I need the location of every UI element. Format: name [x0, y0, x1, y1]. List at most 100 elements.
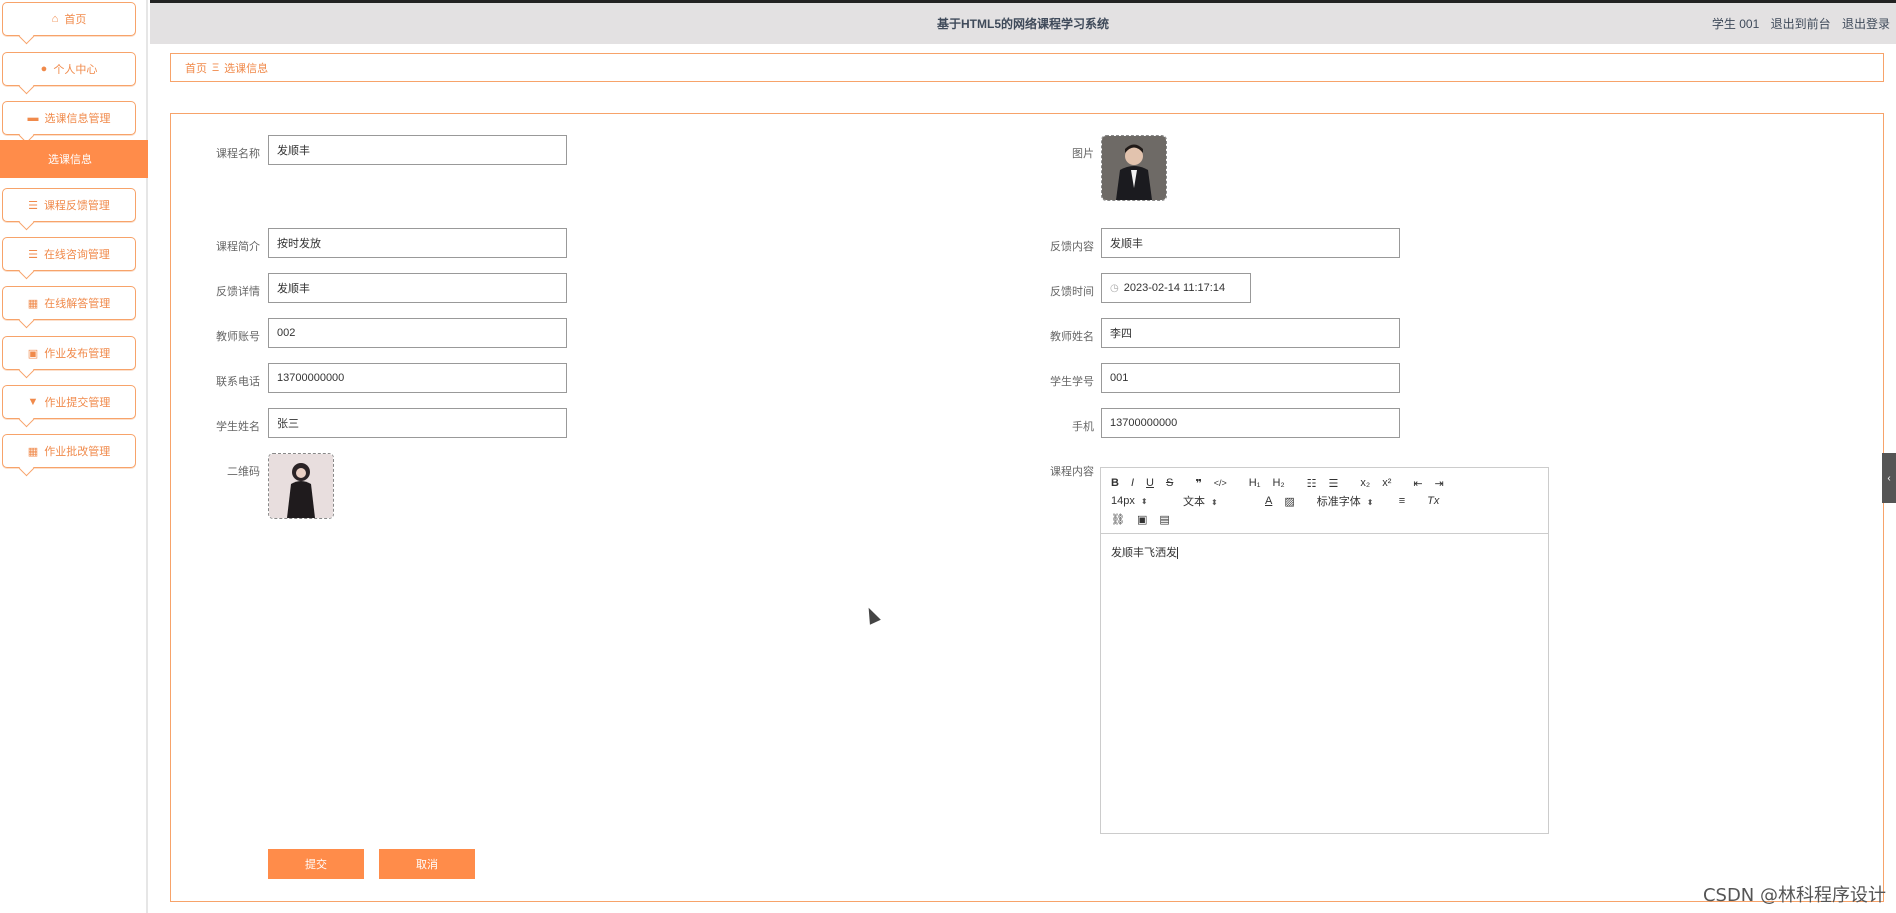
underline-icon[interactable]: U: [1146, 477, 1154, 489]
feedback-content-input[interactable]: [1101, 228, 1400, 258]
course-photo-icon: [1102, 136, 1166, 200]
feedback-time-picker[interactable]: ◷ 2023-02-14 11:17:14: [1101, 273, 1251, 303]
sidebar: ⌂ 首页 ● 个人中心 ▬ 选课信息管理 选课信息 ☰ 课程反馈管理 ☰ 在线咨…: [0, 0, 148, 913]
chat-icon: ▬: [27, 112, 39, 124]
course-image[interactable]: [1101, 135, 1167, 201]
clock-icon: ◷: [1110, 282, 1119, 294]
trophy-icon: ▼: [27, 396, 39, 408]
sidebar-item-label: 选课信息管理: [44, 113, 111, 125]
list-icon: ☰: [28, 248, 38, 261]
phone-label: 联系电话: [216, 376, 260, 388]
background-color-icon[interactable]: ▨: [1284, 495, 1294, 508]
italic-icon[interactable]: I: [1131, 477, 1134, 489]
course-intro-input[interactable]: [268, 228, 567, 258]
header1-icon[interactable]: H₁: [1249, 477, 1261, 489]
teacher-account-label: 教师账号: [216, 331, 260, 343]
editor-toolbar: B I U S ❞ </> H₁ H₂ ☷ ☰ x₂ x² ⇤ ⇥ 14px 文…: [1101, 468, 1548, 534]
home-icon: ⌂: [51, 13, 59, 25]
course-intro-label: 课程简介: [216, 241, 260, 253]
link-icon[interactable]: ⛓: [1111, 513, 1125, 526]
mobile-input[interactable]: [1101, 408, 1400, 438]
bold-icon[interactable]: B: [1111, 477, 1119, 489]
feedback-content-label: 反馈内容: [1050, 241, 1094, 253]
collapse-tab-icon[interactable]: ‹: [1882, 453, 1896, 503]
sidebar-item-course-feedback[interactable]: ☰ 课程反馈管理: [2, 188, 136, 222]
watermark: CSDN @林科程序设计: [1702, 885, 1886, 906]
sidebar-item-home[interactable]: ⌂ 首页: [2, 2, 136, 36]
list-icon: ☰: [28, 199, 38, 212]
font-color-icon[interactable]: A: [1265, 495, 1272, 507]
feedback-time-label: 反馈时间: [1050, 286, 1094, 298]
video-icon[interactable]: ▤: [1159, 513, 1169, 526]
sidebar-item-label: 作业发布管理: [44, 348, 111, 360]
sidebar-item-label: 课程反馈管理: [43, 200, 110, 212]
image-label: 图片: [1072, 148, 1094, 160]
student-name-input[interactable]: [268, 408, 567, 438]
top-header: 基于HTML5的网络课程学习系统 学生 001 退出到前台 退出登录: [150, 0, 1896, 44]
blockquote-icon[interactable]: ❞: [1195, 477, 1201, 490]
feedback-time-value: 2023-02-14 11:17:14: [1123, 282, 1226, 294]
header-user-area: 学生 001 退出到前台 退出登录: [1704, 15, 1890, 32]
feedback-detail-label: 反馈详情: [216, 286, 260, 298]
clear-format-icon[interactable]: Tx: [1427, 495, 1439, 507]
student-id-input[interactable]: [1101, 363, 1400, 393]
app-title: 基于HTML5的网络课程学习系统: [937, 17, 1109, 31]
paragraph-type-select[interactable]: 文本: [1183, 493, 1243, 509]
sidebar-item-homework-publish[interactable]: ▣ 作业发布管理: [2, 336, 136, 370]
submit-button[interactable]: 提交: [268, 849, 364, 879]
sidebar-item-online-answer[interactable]: ▦ 在线解答管理: [2, 286, 136, 320]
grid-icon: ▦: [27, 445, 39, 458]
qrcode-image[interactable]: [268, 453, 334, 519]
logout-link[interactable]: 退出登录: [1842, 17, 1890, 31]
sidebar-item-homework-grading[interactable]: ▦ 作业批改管理: [2, 434, 136, 468]
grid-icon: ▦: [27, 297, 39, 310]
sidebar-item-label: 作业批改管理: [44, 446, 111, 458]
sidebar-item-label: 作业提交管理: [44, 397, 111, 409]
editor-text: 发顺丰飞洒发: [1111, 547, 1178, 559]
sidebar-item-label: 首页: [64, 14, 87, 26]
course-name-label: 课程名称: [216, 148, 260, 160]
breadcrumb-home[interactable]: 首页: [185, 60, 207, 76]
image-icon[interactable]: ▣: [1137, 513, 1147, 526]
current-user: 学生 001: [1711, 17, 1760, 31]
align-icon[interactable]: ≡: [1399, 495, 1405, 507]
user-icon: ●: [40, 63, 48, 75]
bullet-list-icon[interactable]: ☰: [1329, 477, 1339, 490]
sidebar-subitem-course-selection-info[interactable]: 选课信息: [0, 140, 148, 178]
sidebar-item-profile[interactable]: ● 个人中心: [2, 52, 136, 86]
clipboard-icon: ▣: [27, 347, 39, 360]
sidebar-item-label: 个人中心: [53, 64, 98, 76]
teacher-name-label: 教师姓名: [1050, 331, 1094, 343]
phone-input[interactable]: [268, 363, 567, 393]
rich-text-editor: B I U S ❞ </> H₁ H₂ ☷ ☰ x₂ x² ⇤ ⇥ 14px 文…: [1100, 467, 1549, 834]
teacher-name-input[interactable]: [1101, 318, 1400, 348]
outdent-icon[interactable]: ⇤: [1413, 477, 1422, 490]
subscript-icon[interactable]: x₂: [1360, 477, 1370, 489]
cancel-button[interactable]: 取消: [379, 849, 475, 879]
sidebar-item-label: 在线解答管理: [44, 298, 111, 310]
ordered-list-icon[interactable]: ☷: [1307, 477, 1317, 490]
front-page-link[interactable]: 退出到前台: [1771, 17, 1831, 31]
strikethrough-icon[interactable]: S: [1166, 477, 1173, 489]
mobile-label: 手机: [1072, 421, 1094, 433]
font-size-select[interactable]: 14px: [1111, 495, 1171, 507]
course-name-input[interactable]: [268, 135, 567, 165]
header2-icon[interactable]: H₂: [1272, 477, 1284, 489]
course-content-label: 课程内容: [1050, 466, 1094, 478]
editor-content[interactable]: 发顺丰飞洒发: [1101, 534, 1548, 570]
feedback-detail-input[interactable]: [268, 273, 567, 303]
breadcrumb: 首页 Ξ 选课信息: [170, 53, 1884, 82]
qrcode-label: 二维码: [227, 466, 260, 478]
indent-icon[interactable]: ⇥: [1435, 477, 1444, 490]
superscript-icon[interactable]: x²: [1382, 477, 1391, 489]
code-icon[interactable]: </>: [1214, 478, 1227, 488]
breadcrumb-current: 选课信息: [224, 62, 269, 75]
student-id-label: 学生学号: [1050, 376, 1094, 388]
sidebar-subitem-label: 选课信息: [48, 154, 92, 166]
sidebar-item-online-consult[interactable]: ☰ 在线咨询管理: [2, 237, 136, 271]
font-family-select[interactable]: 标准字体: [1317, 493, 1377, 509]
sidebar-item-homework-submit[interactable]: ▼ 作业提交管理: [2, 385, 136, 419]
teacher-account-input[interactable]: [268, 318, 567, 348]
sidebar-item-label: 在线咨询管理: [43, 249, 110, 261]
sidebar-item-course-selection[interactable]: ▬ 选课信息管理: [2, 101, 136, 135]
